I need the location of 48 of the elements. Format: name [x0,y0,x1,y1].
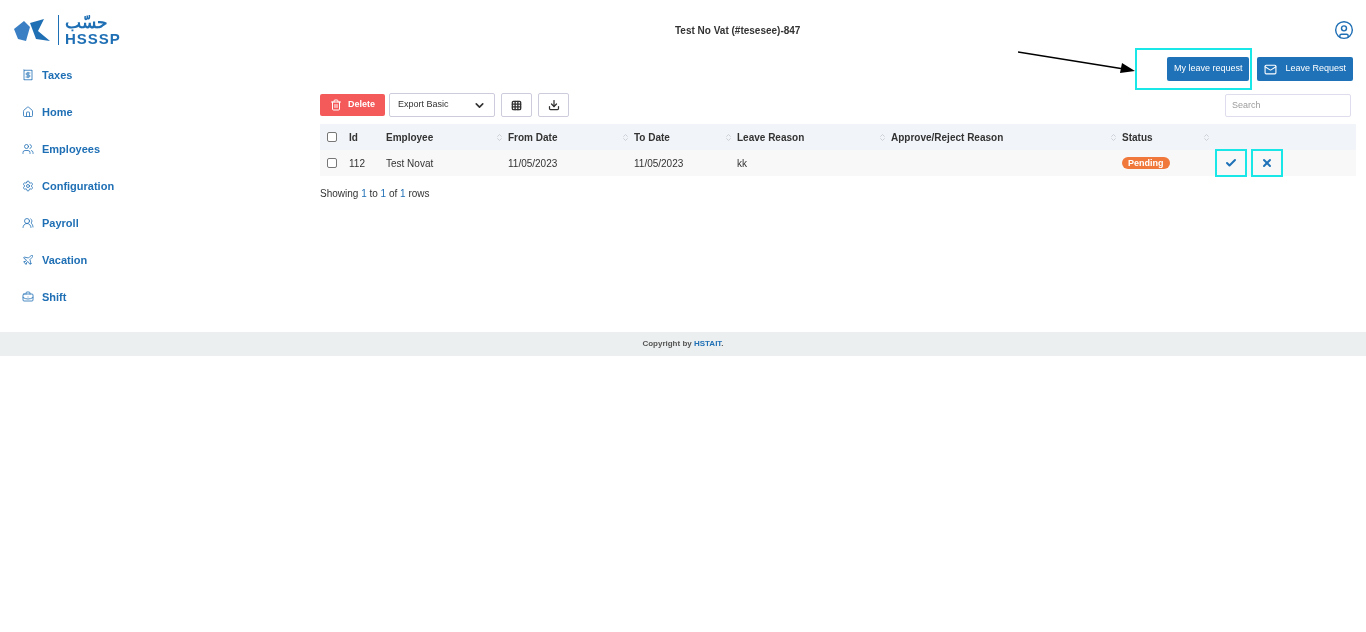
table-cell: kk [737,157,747,169]
check-icon [1225,157,1237,169]
copyright-text: Copyright by HSTAIT. [642,338,724,350]
sidebar-item[interactable]: Home [22,103,300,121]
nav-icon [22,217,34,229]
logo-text: HSSSP [65,31,121,46]
column-header[interactable]: From Date [508,129,558,145]
nav-icon [22,143,34,155]
column-header[interactable]: Status [1122,129,1153,145]
action-button[interactable]: My leave request [1166,57,1250,81]
columns-button[interactable] [501,93,532,117]
column-header[interactable]: Id [349,129,358,145]
column-header[interactable]: To Date [634,129,670,145]
table-cell: Test Novat [386,157,434,169]
user-icon[interactable] [1334,20,1354,40]
table-cell: 112 [349,157,365,169]
logo-arabic: حسّب [65,14,109,31]
sidebar-item[interactable]: Shift [22,288,300,306]
mail-icon [1264,62,1278,76]
column-header[interactable]: Employee [386,129,434,145]
sidebar-item[interactable]: Taxes [22,66,300,84]
export-select[interactable]: Export Basic [389,93,495,117]
grid-icon [511,99,522,111]
close-icon [1261,157,1273,169]
page-title: Test No Vat (#tesesee)-847 [675,24,801,38]
column-header[interactable]: Approve/Reject Reason [891,129,1004,145]
nav-icon [22,291,34,303]
trash-icon [330,99,342,111]
action-button[interactable]: Leave Request [1257,57,1353,81]
table-cell: 11/05/2023 [508,157,558,169]
status-badge: Pending [1122,157,1170,170]
nav-icon [22,254,34,266]
sidebar-item[interactable]: Vacation [22,251,300,269]
row-checkbox[interactable] [327,158,337,168]
nav-icon [22,69,34,81]
delete-button[interactable]: Delete [320,94,385,116]
nav-icon [22,180,34,192]
table-summary: Showing 1 to 1 of 1 rows [320,187,431,201]
sidebar-item[interactable]: Employees [22,140,300,158]
download-button[interactable] [538,93,569,117]
select-all-checkbox[interactable] [327,132,337,142]
sidebar-item[interactable]: Payroll [22,214,300,232]
search-field[interactable]: Search [1225,93,1351,117]
table-cell: 11/05/2023 [634,157,684,169]
column-header[interactable]: Leave Reason [737,129,805,145]
nav-icon [22,106,34,118]
download-icon [547,99,560,111]
sidebar-item[interactable]: Configuration [22,177,300,195]
